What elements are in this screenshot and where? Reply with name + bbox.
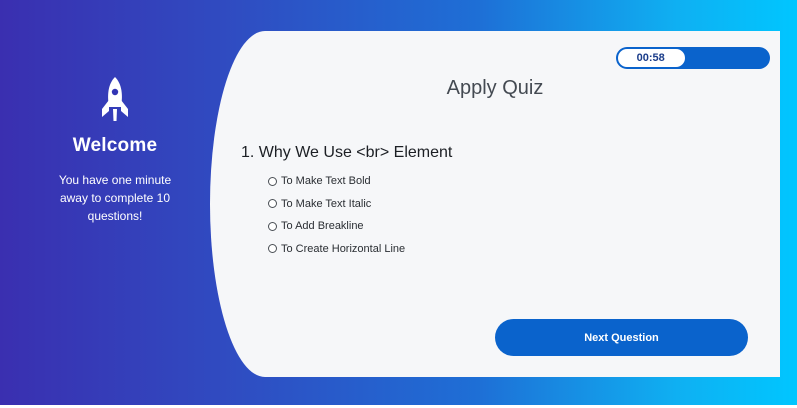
next-question-button[interactable]: Next Question [495,319,748,356]
answer-option[interactable]: To Create Horizontal Line [268,238,405,261]
radio-button[interactable] [268,176,277,186]
timer-value: 00:58 [636,52,665,64]
question-text: 1. Why We Use <br> Element [241,144,453,161]
radio-button[interactable] [268,221,277,231]
rocket-icon [102,77,128,121]
radio-button[interactable] [268,244,277,254]
timer-bar: 00:58 [616,47,770,69]
option-label: To Create Horizontal Line [281,242,406,255]
answer-option[interactable]: To Make Text Italic [268,193,405,216]
option-label: To Make Text Italic [281,197,372,210]
quiz-title: Apply Quiz [446,77,544,99]
option-label: To Make Text Bold [281,175,371,188]
welcome-message: You have one minute away to complete 10 … [58,173,172,223]
radio-button[interactable] [268,199,277,209]
quiz-card: 00:58 Apply Quiz 1. Why We Use <br> Elem… [210,31,780,377]
answer-option[interactable]: To Add Breakline [268,215,405,238]
app-frame: Welcome You have one minute away to comp… [0,0,797,405]
welcome-panel: Welcome You have one minute away to comp… [40,75,190,225]
answer-options: To Make Text Bold To Make Text Italic To… [268,170,405,260]
option-label: To Add Breakline [281,220,364,233]
welcome-title: Welcome [72,135,158,156]
answer-option[interactable]: To Make Text Bold [268,170,405,193]
